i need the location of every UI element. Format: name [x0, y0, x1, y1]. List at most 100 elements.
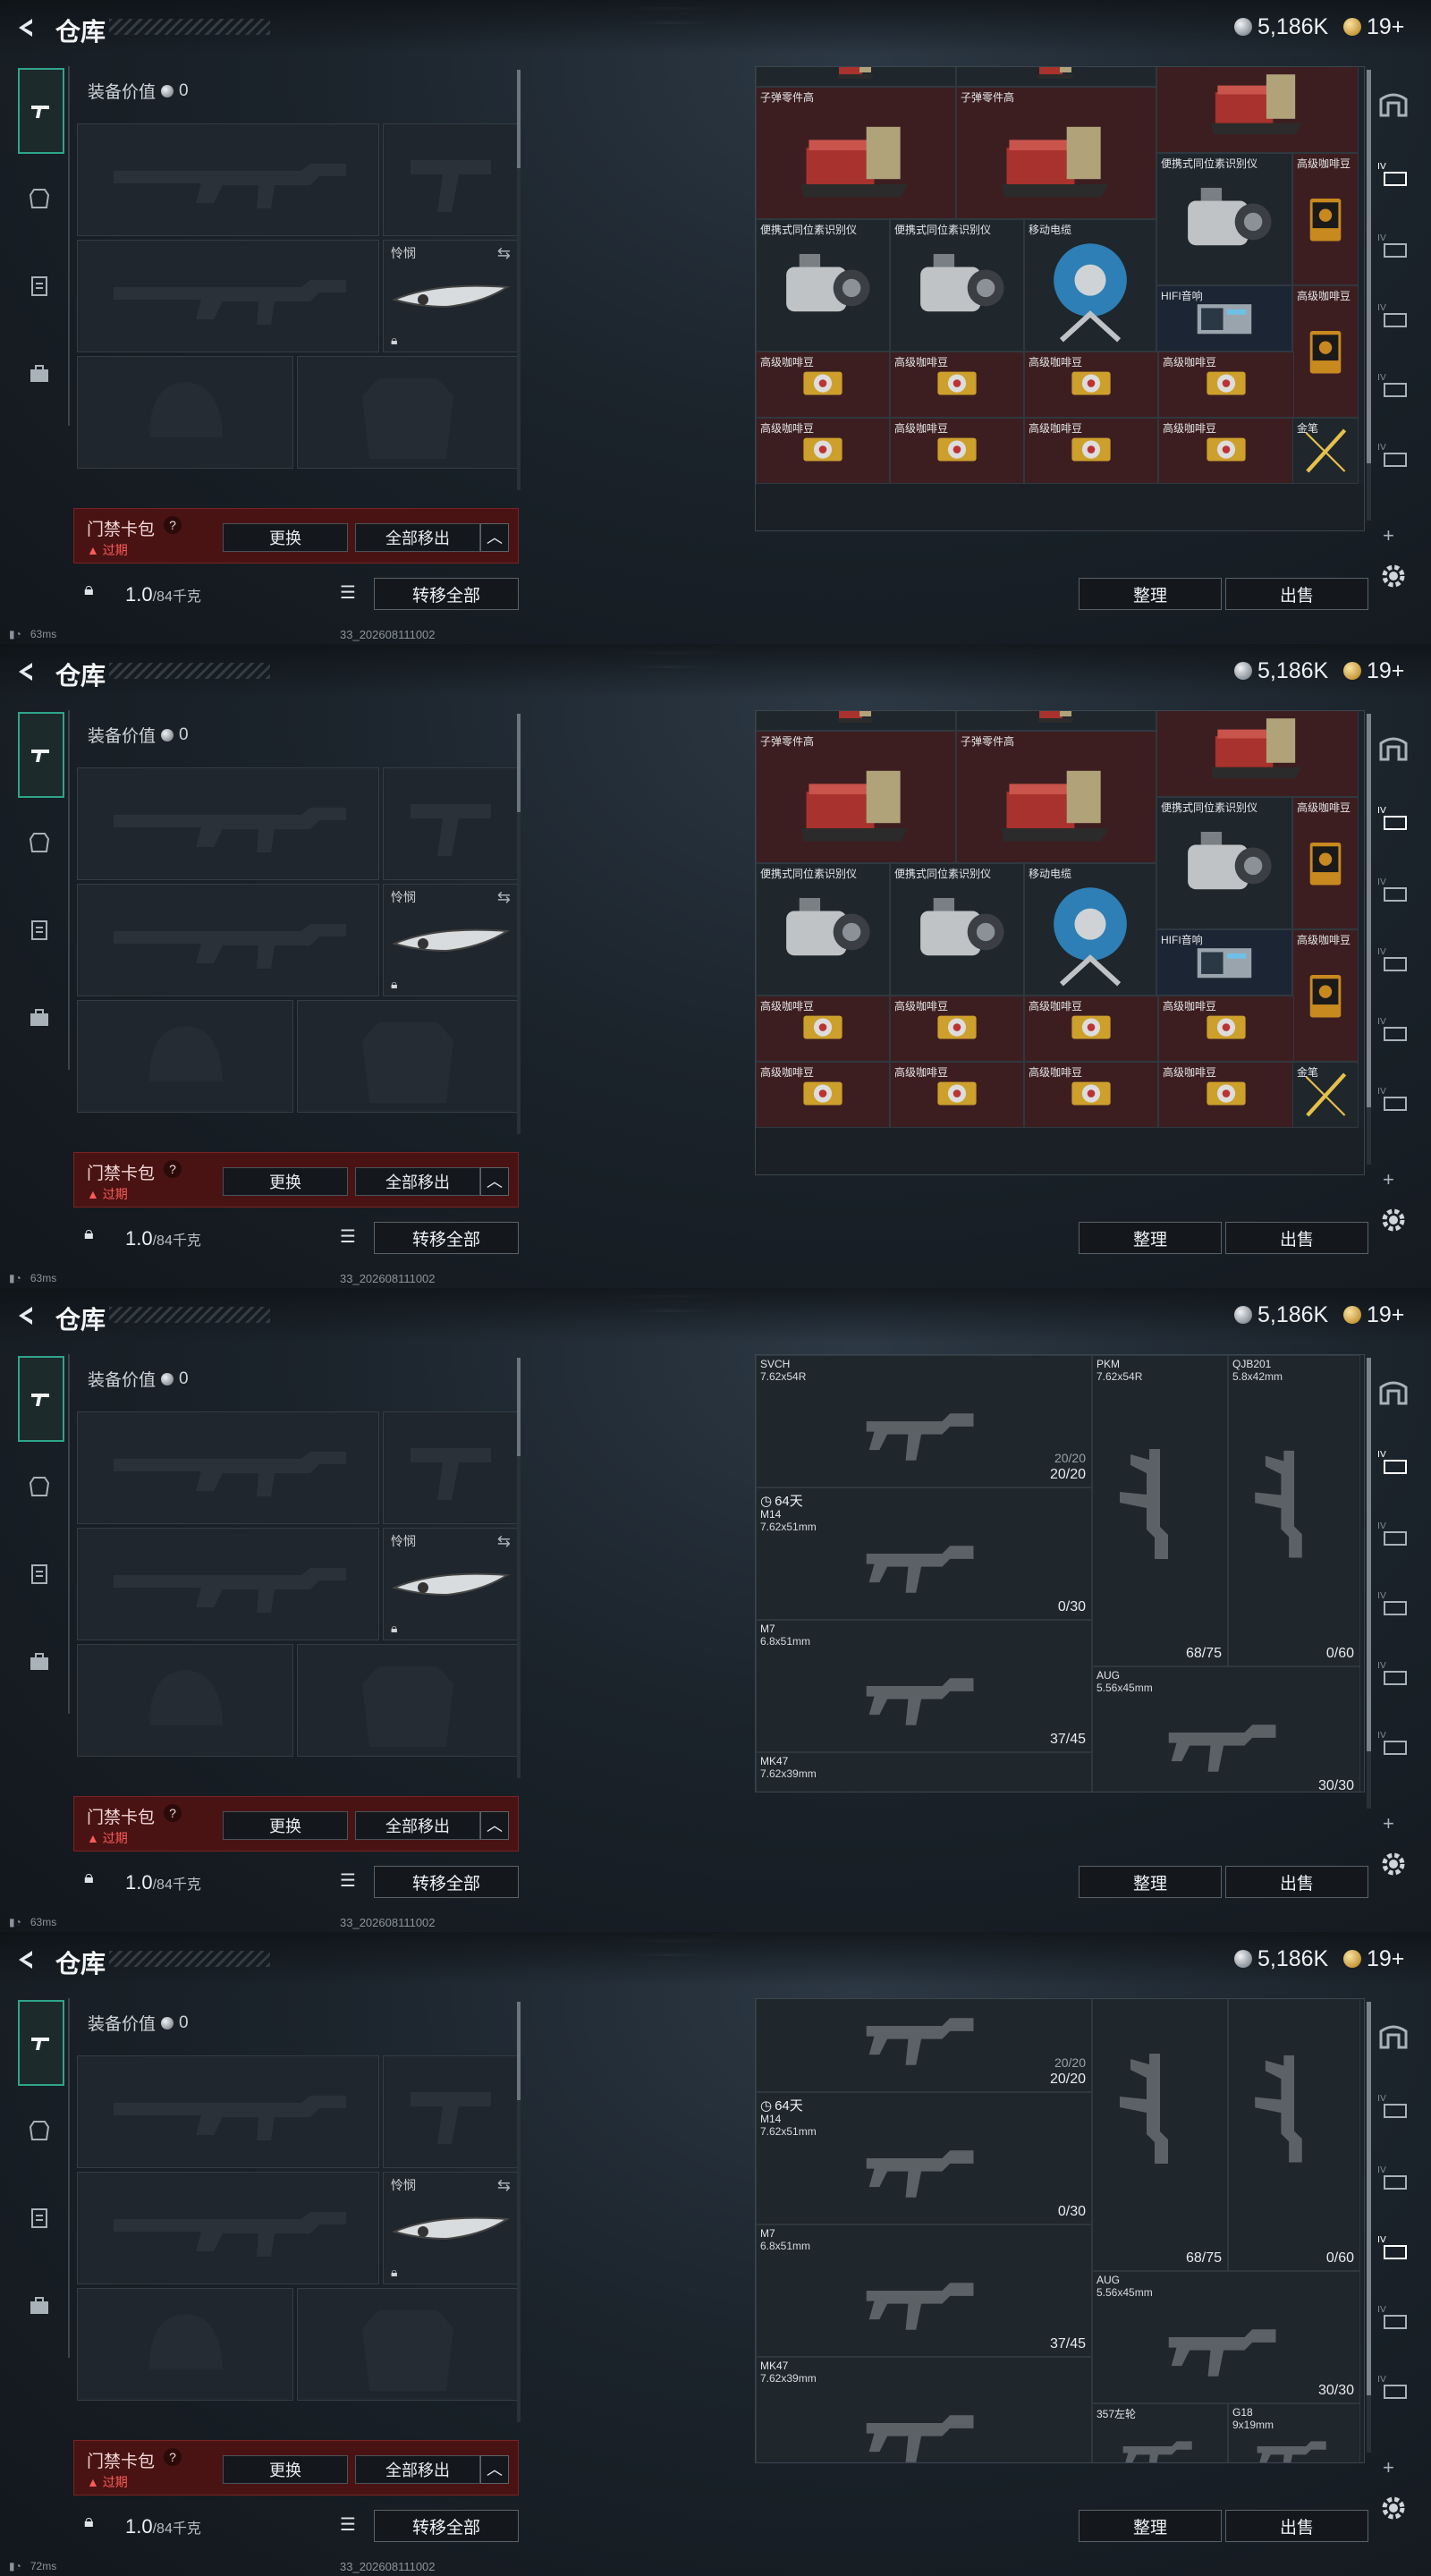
armor-slot[interactable]	[297, 1644, 519, 1757]
storage-scrollbar[interactable]	[1367, 2002, 1371, 2453]
tab-weapons[interactable]	[18, 68, 64, 154]
tab-weapons[interactable]	[18, 712, 64, 798]
tab-bags[interactable]	[18, 1640, 61, 1683]
equipment-scrollbar[interactable]	[517, 2002, 521, 2422]
inventory-item-coffee[interactable]: 高级咖啡豆	[890, 418, 1024, 484]
inventory-item-coffee[interactable]: 高级咖啡豆	[1158, 352, 1294, 418]
equipment-scrollbar[interactable]	[517, 714, 521, 1134]
list-icon[interactable]: ☰	[340, 1225, 356, 1248]
sell-button[interactable]: 出售	[1225, 578, 1368, 610]
move-all-out-button[interactable]: 全部移出	[355, 2455, 480, 2484]
back-icon[interactable]	[13, 658, 39, 685]
back-icon[interactable]	[13, 1302, 39, 1329]
inventory-item-pen[interactable]: 金笔	[1292, 418, 1359, 484]
inventory-item-parts[interactable]: 子弹零件高	[756, 731, 956, 863]
inventory-item-pen[interactable]: 金笔	[1292, 1062, 1359, 1128]
rail-tab-home[interactable]	[1374, 2018, 1413, 2054]
rail-tab-5[interactable]: IV	[1374, 436, 1413, 472]
weapon-item[interactable]: SVCH7.62x54R20/2020/20	[756, 1355, 1092, 1487]
inventory-item-parts[interactable]	[1156, 67, 1359, 153]
sell-button[interactable]: 出售	[1225, 1222, 1368, 1254]
inventory-item-scanner[interactable]: 便携式同位素识别仪	[890, 863, 1024, 996]
chevron-up-icon[interactable]: ︿	[480, 2455, 509, 2484]
primary-weapon-slot[interactable]	[77, 2055, 379, 2168]
sidearm-slot[interactable]	[383, 767, 519, 880]
melee-slot[interactable]: 怜悯 ⇆ 🔒︎	[383, 2172, 519, 2284]
helmet-slot[interactable]	[77, 2288, 293, 2401]
back-icon[interactable]	[13, 14, 39, 41]
rail-tab-2[interactable]: IV	[1374, 2159, 1413, 2195]
sidearm-slot[interactable]	[383, 123, 519, 236]
inventory-item-coffee[interactable]: 高级咖啡豆	[1158, 418, 1294, 484]
add-storage-icon[interactable]: +	[1383, 524, 1394, 547]
gear-icon[interactable]	[1377, 560, 1410, 592]
inventory-item-parts[interactable]	[1156, 711, 1359, 797]
inventory-item-coffee[interactable]: 高级咖啡豆	[756, 418, 890, 484]
sell-button[interactable]: 出售	[1225, 2510, 1368, 2542]
list-icon[interactable]: ☰	[340, 581, 356, 604]
gear-icon[interactable]	[1377, 1204, 1410, 1236]
weapon-item[interactable]: 357左轮5/6	[1092, 2403, 1228, 2462]
replace-button[interactable]: 更换	[223, 523, 348, 552]
helmet-slot[interactable]	[77, 356, 293, 469]
back-icon[interactable]	[13, 1946, 39, 1973]
sort-button[interactable]: 整理	[1079, 1222, 1222, 1254]
secondary-weapon-slot[interactable]	[77, 2172, 379, 2284]
inventory-item-coffee[interactable]: 高级咖啡豆	[1158, 996, 1294, 1062]
inventory-item-scanner[interactable]: 便携式同位素识别仪	[1156, 153, 1292, 285]
weapon-item[interactable]: M7 6.8x51mm 37/45	[756, 1620, 1092, 1752]
rail-tab-1[interactable]: IV	[1374, 156, 1413, 191]
rail-tab-3[interactable]: IV	[1374, 941, 1413, 977]
tab-weapons[interactable]	[18, 2000, 64, 2086]
tab-bags[interactable]	[18, 352, 61, 395]
helmet-slot[interactable]	[77, 1000, 293, 1113]
storage-scrollbar[interactable]	[1367, 70, 1371, 521]
tab-armor[interactable]	[18, 1465, 61, 1508]
rail-tab-4[interactable]: IV	[1374, 1011, 1413, 1046]
weapon-item[interactable]: SVCH7.62x54R20/2020/20	[756, 1999, 1092, 2092]
rail-tab-home[interactable]	[1374, 86, 1413, 122]
move-all-out-button[interactable]: 全部移出	[355, 1811, 480, 1840]
inventory-item-coffee[interactable]: 高级咖啡豆	[756, 1062, 890, 1128]
rail-tab-home[interactable]	[1374, 730, 1413, 766]
inventory-item-coffee[interactable]: 高级咖啡豆	[1292, 929, 1359, 1062]
weapon-item[interactable]: QJB2015.8x42mm0/60	[1228, 1355, 1360, 1666]
transfer-all-button[interactable]: 转移全部	[374, 2510, 519, 2542]
move-all-out-button[interactable]: 全部移出	[355, 523, 480, 552]
tab-consumables[interactable]	[18, 2197, 61, 2240]
armor-slot[interactable]	[297, 1000, 519, 1113]
weapon-item[interactable]: PKM7.62x54R68/75	[1092, 1999, 1228, 2271]
tab-bags[interactable]	[18, 996, 61, 1039]
weapon-item[interactable]: MK477.62x39mm40/40	[756, 1752, 1092, 1792]
inventory-item-coffee[interactable]: 高级咖啡豆	[1024, 996, 1158, 1062]
transfer-all-button[interactable]: 转移全部	[374, 1866, 519, 1898]
rail-tab-5[interactable]: IV	[1374, 1724, 1413, 1760]
inventory-item-scanner[interactable]: 便携式同位素识别仪	[756, 219, 890, 352]
armor-slot[interactable]	[297, 2288, 519, 2401]
rail-tab-2[interactable]: IV	[1374, 1515, 1413, 1551]
list-icon[interactable]: ☰	[340, 2513, 356, 2536]
inventory-item-coffee[interactable]: 高级咖啡豆	[890, 1062, 1024, 1128]
inventory-item-coffee[interactable]: 高级咖啡豆	[1024, 1062, 1158, 1128]
equipment-scrollbar[interactable]	[517, 1358, 521, 1778]
gold-currency[interactable]: 19+	[1343, 1302, 1404, 1327]
secondary-weapon-slot[interactable]	[77, 1528, 379, 1640]
inventory-item-coffee[interactable]: 高级咖啡豆	[1292, 153, 1359, 285]
storage-scrollbar[interactable]	[1367, 714, 1371, 1165]
rail-tab-3[interactable]: IV	[1374, 297, 1413, 333]
weapon-item[interactable]: G189x19mm16/33	[1228, 2403, 1360, 2462]
tab-bags[interactable]	[18, 2284, 61, 2327]
inventory-item-coffee[interactable]: 高级咖啡豆	[890, 352, 1024, 418]
inventory-item-parts[interactable]	[756, 711, 956, 731]
inventory-item-scanner[interactable]: 便携式同位素识别仪	[1156, 797, 1292, 929]
inventory-item-parts[interactable]: 子弹零件高	[756, 87, 956, 219]
rail-tab-1[interactable]: IV	[1374, 1444, 1413, 1479]
rail-tab-3[interactable]: IV	[1374, 1585, 1413, 1621]
rail-tab-1[interactable]: IV	[1374, 2088, 1413, 2123]
tab-armor[interactable]	[18, 2109, 61, 2152]
weapon-item[interactable]: PKM7.62x54R68/75	[1092, 1355, 1228, 1666]
rail-tab-home[interactable]	[1374, 1374, 1413, 1410]
inventory-item-cable[interactable]: 移动电缆	[1024, 219, 1156, 352]
help-icon[interactable]: ?	[164, 516, 182, 534]
tab-armor[interactable]	[18, 821, 61, 864]
